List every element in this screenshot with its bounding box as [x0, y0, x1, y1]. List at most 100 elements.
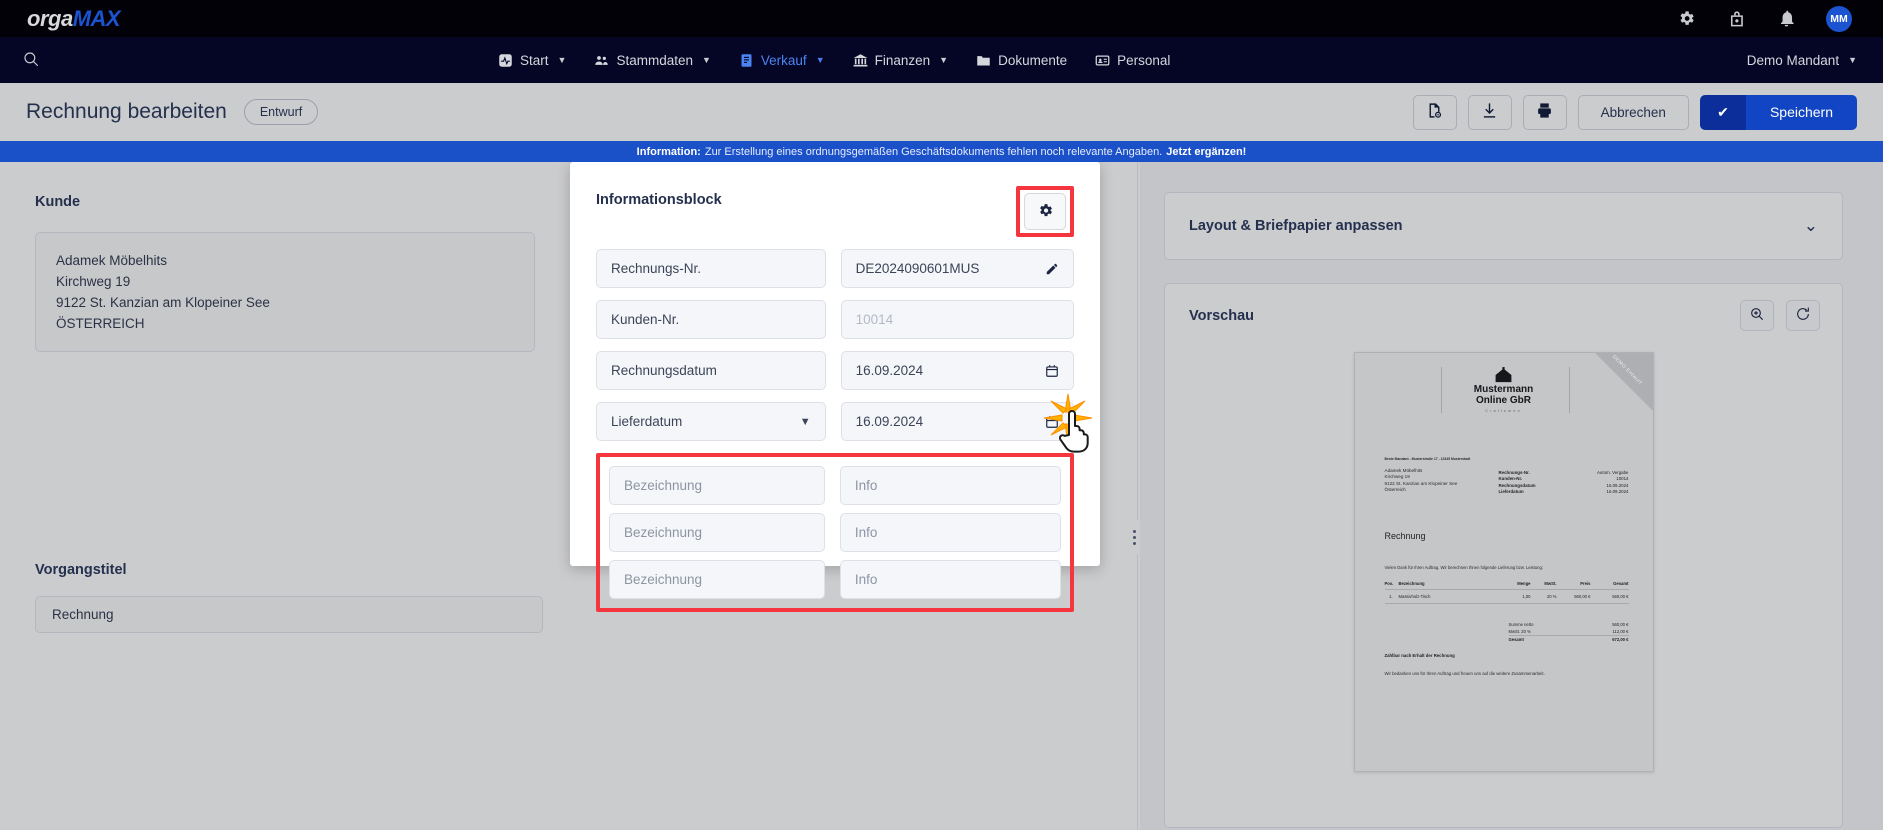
status-badge[interactable]: Entwurf: [243, 99, 319, 125]
cell-desc: Massivholz-Tisch: [1398, 594, 1431, 599]
avatar[interactable]: MM: [1826, 5, 1852, 32]
shop-lock-icon[interactable]: [1726, 9, 1746, 29]
lieferdatum-label: Lieferdatum: [611, 414, 683, 429]
recipient-block: Adamek Möbelhits Kirchweg 19 9122 St. Ka…: [1385, 468, 1458, 493]
nav-item-personal[interactable]: Personal: [1081, 37, 1184, 83]
gear-icon[interactable]: [1676, 9, 1696, 29]
refresh-button[interactable]: [1786, 300, 1820, 331]
chevron-down-icon: ▼: [815, 55, 825, 65]
nav-item-start[interactable]: Start ▼: [484, 37, 580, 83]
table-row: 1. Massivholz-Tisch 1,00 20 % 560,00 € 5…: [1384, 589, 1629, 604]
chevron-down-icon: ▼: [1848, 55, 1857, 65]
info-bezeichnung-input-1[interactable]: Bezeichnung: [609, 466, 825, 505]
info-bezeichnung-input-2[interactable]: Bezeichnung: [609, 513, 825, 552]
form-row-rechnungsdatum: Rechnungsdatum 16.09.2024: [596, 351, 1074, 390]
customer-address-box[interactable]: Adamek Möbelhits Kirchweg 19 9122 St. Ka…: [35, 232, 535, 352]
sum-value: 560,00 €: [1612, 622, 1629, 627]
preview-panel-buttons: [1740, 300, 1820, 331]
header-actions: Abbrechen ✔ Speichern: [1412, 94, 1857, 130]
info-bezeichnung-input-3[interactable]: Bezeichnung: [609, 560, 825, 599]
placeholder: Info: [854, 478, 878, 493]
check-icon: ✔: [1699, 94, 1746, 130]
cell-gesamt: 560,00 €: [1612, 594, 1629, 599]
app-logo[interactable]: orgaMAX: [27, 5, 121, 32]
gear-button-highlight-wrapper: [1016, 186, 1074, 237]
recipient-line: Österreich: [1384, 486, 1406, 492]
sum-label: Summe netto: [1508, 622, 1534, 627]
cancel-button[interactable]: Abbrechen: [1577, 94, 1689, 130]
zoom-in-button[interactable]: [1740, 300, 1774, 331]
bell-icon[interactable]: [1776, 9, 1796, 29]
nav-item-finanzen[interactable]: Finanzen ▼: [839, 37, 962, 83]
lieferdatum-value-input[interactable]: 16.09.2024: [840, 402, 1074, 441]
sum-value: 672,00 €: [1612, 637, 1629, 642]
closing-line: Wir bedanken uns für Ihren Auftrag und f…: [1384, 671, 1545, 676]
logo-orga: orga: [27, 5, 73, 31]
form-row-kundennr: Kunden-Nr. 10014: [596, 300, 1074, 339]
document-intro: Vielen Dank für Ihren Auftrag. Wir berec…: [1384, 565, 1543, 570]
preview-panel-title: Vorschau: [1189, 307, 1255, 324]
rechnungsdatum-value-input[interactable]: 16.09.2024: [840, 351, 1074, 390]
calendar-icon[interactable]: [1045, 415, 1059, 429]
mandant-selector[interactable]: Demo Mandant ▼: [1747, 53, 1857, 68]
document-items-table: Pos. Bezeichnung Menge MwSt. Preis Gesam…: [1384, 581, 1629, 604]
kundennr-value-input[interactable]: 10014: [840, 300, 1074, 339]
layout-panel-toggle[interactable]: Layout & Briefpapier anpassen ⌄: [1164, 192, 1843, 260]
save-button[interactable]: ✔ Speichern: [1699, 94, 1857, 130]
nav-label: Start: [520, 52, 549, 68]
rechnungsnr-label-input[interactable]: Rechnungs-Nr.: [596, 249, 826, 288]
nav-item-dokumente[interactable]: Dokumente: [962, 37, 1081, 83]
sidebar-pane: Layout & Briefpapier anpassen ⌄ Vorschau: [1140, 162, 1883, 830]
mandant-label: Demo Mandant: [1746, 52, 1840, 68]
meta-value: 16.09.2024: [1606, 489, 1629, 495]
placeholder: Info: [854, 572, 878, 587]
info-row: Bezeichnung Info: [609, 466, 1061, 505]
rechnungsdatum-label-input[interactable]: Rechnungsdatum: [596, 351, 826, 390]
meta-label: Lieferdatum: [1498, 489, 1524, 495]
page-header: Rechnung bearbeiten Entwurf Abbrechen ✔ …: [0, 83, 1883, 141]
info-value-input-1[interactable]: Info: [839, 466, 1061, 505]
page-title: Rechnung bearbeiten: [26, 100, 227, 123]
chevron-down-icon: ▼: [557, 55, 567, 65]
refresh-icon: [1795, 306, 1811, 325]
calendar-icon[interactable]: [1045, 364, 1059, 378]
download-icon: [1481, 102, 1498, 122]
nav-item-stammdaten[interactable]: Stammdaten ▼: [580, 37, 724, 83]
banner-prefix: Information:: [636, 145, 701, 158]
placeholder: Bezeichnung: [624, 478, 703, 493]
informationsblock-dialog: Informationsblock Rechnungs-Nr. DE202409…: [570, 162, 1100, 612]
cell-menge: 1,00: [1522, 594, 1531, 599]
informationsblock-settings-button[interactable]: [1024, 193, 1066, 230]
placeholder: Bezeichnung: [624, 525, 703, 540]
info-value-input-2[interactable]: Info: [839, 513, 1061, 552]
banner-action-link[interactable]: Jetzt ergänzen!: [1166, 146, 1246, 158]
document-preview-button[interactable]: [1412, 94, 1457, 130]
rechnungsnr-value: DE2024090601MUS: [855, 261, 980, 276]
th-pos: Pos.: [1384, 581, 1394, 586]
download-button[interactable]: [1467, 94, 1512, 130]
top-bar-actions: MM: [1676, 5, 1852, 32]
kundennr-label-input[interactable]: Kunden-Nr.: [596, 300, 826, 339]
cell-preis: 560,00 €: [1574, 594, 1591, 599]
vorgangstitel-input[interactable]: Rechnung: [35, 596, 543, 633]
layout-panel-title: Layout & Briefpapier anpassen: [1189, 218, 1403, 234]
preview-panel: Vorschau DEMO Entwurf Mustermann Online …: [1164, 283, 1843, 828]
document-heading: Rechnung: [1384, 531, 1426, 541]
form-pane: Kunde Adamek Möbelhits Kirchweg 19 9122 …: [0, 162, 1138, 830]
document-preview-sheet[interactable]: DEMO Entwurf Mustermann Online GbR Craft…: [1353, 352, 1654, 772]
sum-label: Gesamt: [1508, 637, 1524, 642]
logo-max: MAX: [72, 5, 121, 31]
pane-resize-handle[interactable]: [1128, 520, 1138, 554]
placeholder: Bezeichnung: [624, 572, 703, 587]
th-preis: Preis: [1580, 581, 1591, 586]
id-card-icon: [1095, 53, 1110, 68]
pencil-icon[interactable]: [1045, 262, 1059, 276]
lieferdatum-label-select[interactable]: Lieferdatum ▼: [596, 402, 826, 441]
nav-item-verkauf[interactable]: Verkauf ▼: [725, 37, 839, 83]
info-value-input-3[interactable]: Info: [839, 560, 1061, 599]
print-button[interactable]: [1522, 94, 1567, 130]
document-meta-table: Rechnungs-Nr. Autom. Vergabe Kunden-Nr. 10…: [1499, 470, 1629, 496]
rechnungsnr-value-input[interactable]: DE2024090601MUS: [840, 249, 1074, 288]
address-line: Kirchweg 19: [56, 274, 131, 289]
search-icon[interactable]: [22, 50, 42, 70]
